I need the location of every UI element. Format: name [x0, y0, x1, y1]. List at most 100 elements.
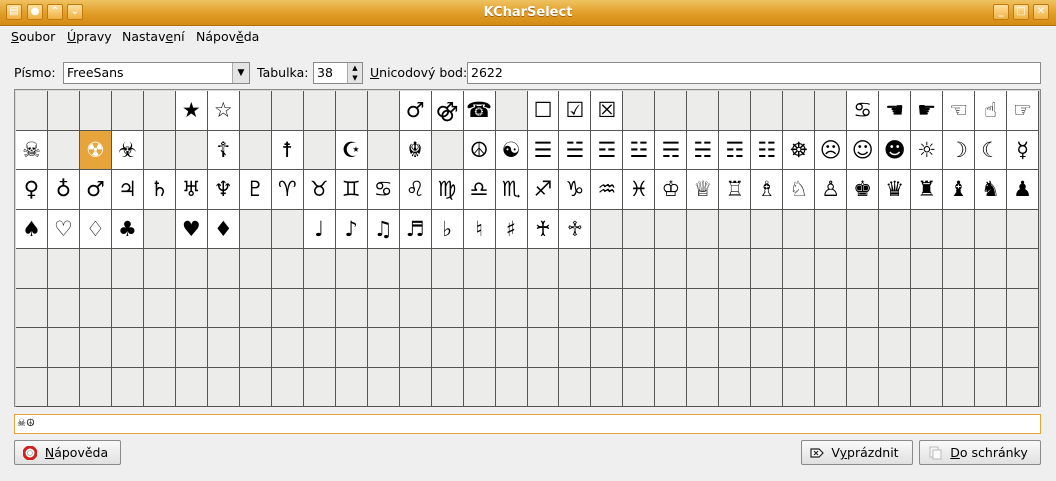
char-cell[interactable] — [239, 209, 272, 249]
char-cell[interactable] — [463, 328, 496, 368]
unicode-input[interactable]: 2622 — [467, 62, 1041, 84]
char-cell[interactable]: ♀ — [16, 170, 48, 210]
char-cell[interactable] — [271, 91, 304, 131]
char-cell[interactable]: ☹ — [815, 130, 848, 170]
char-cell[interactable]: ♜ — [911, 170, 944, 210]
char-cell[interactable] — [303, 367, 336, 407]
char-cell[interactable]: ☝ — [975, 91, 1008, 131]
char-cell[interactable] — [591, 249, 624, 289]
char-cell[interactable]: ♫ — [367, 209, 400, 249]
char-cell[interactable] — [367, 249, 400, 289]
char-cell[interactable] — [975, 249, 1008, 289]
char-cell[interactable] — [47, 130, 80, 170]
char-cell[interactable]: ♝ — [943, 170, 976, 210]
char-cell[interactable] — [335, 328, 368, 368]
char-cell[interactable] — [591, 209, 624, 249]
char-cell[interactable] — [143, 249, 176, 289]
char-cell[interactable] — [879, 249, 912, 289]
char-cell[interactable] — [879, 288, 912, 328]
char-cell[interactable]: ♆ — [207, 170, 240, 210]
char-cell[interactable]: ♐ — [527, 170, 560, 210]
char-cell[interactable]: ☪ — [335, 130, 368, 170]
char-cell[interactable]: ♃ — [111, 170, 144, 210]
char-cell[interactable] — [623, 367, 656, 407]
char-cell[interactable]: ♒ — [591, 170, 624, 210]
char-cell[interactable]: ♁ — [47, 170, 80, 210]
char-cell[interactable]: ⚣ — [431, 91, 464, 131]
copy-to-clipboard-button[interactable]: Do schránky — [919, 440, 1041, 465]
char-cell[interactable] — [303, 249, 336, 289]
char-cell[interactable]: ♮ — [463, 209, 496, 249]
char-cell[interactable] — [47, 91, 80, 131]
char-cell[interactable] — [943, 328, 976, 368]
char-cell[interactable] — [495, 328, 528, 368]
char-cell[interactable] — [16, 91, 48, 131]
char-cell[interactable]: ☸ — [783, 130, 816, 170]
char-cell[interactable] — [783, 249, 816, 289]
char-cell[interactable] — [335, 91, 368, 131]
char-cell[interactable] — [111, 288, 144, 328]
char-cell[interactable] — [559, 367, 592, 407]
char-cell[interactable] — [815, 209, 848, 249]
char-cell[interactable] — [16, 288, 48, 328]
char-cell[interactable]: ☠ — [16, 130, 48, 170]
char-cell[interactable] — [751, 249, 784, 289]
char-cell[interactable] — [16, 328, 48, 368]
char-cell[interactable] — [879, 209, 912, 249]
char-cell[interactable]: ♋ — [367, 170, 400, 210]
char-cell[interactable] — [719, 328, 752, 368]
char-cell[interactable] — [335, 249, 368, 289]
char-cell[interactable] — [367, 288, 400, 328]
char-cell[interactable]: ♙ — [815, 170, 848, 210]
char-cell[interactable] — [687, 91, 720, 131]
char-cell[interactable] — [495, 249, 528, 289]
char-cell[interactable] — [207, 288, 240, 328]
char-cell[interactable] — [175, 249, 208, 289]
char-cell[interactable] — [47, 288, 80, 328]
char-cell[interactable] — [239, 328, 272, 368]
char-cell[interactable]: ☨ — [271, 130, 304, 170]
char-cell[interactable]: ★ — [175, 91, 208, 131]
char-cell[interactable]: ♣ — [111, 209, 144, 249]
char-cell[interactable]: ♛ — [879, 170, 912, 210]
char-cell[interactable] — [111, 91, 144, 131]
char-cell[interactable]: ♔ — [655, 170, 688, 210]
char-cell[interactable]: ♇ — [239, 170, 272, 210]
char-cell[interactable] — [847, 249, 880, 289]
char-cell[interactable] — [239, 130, 272, 170]
clipboard-line[interactable]: ☠☮ — [14, 414, 1041, 434]
char-cell[interactable]: ♪ — [335, 209, 368, 249]
close-icon[interactable]: ✕ — [1033, 4, 1049, 20]
char-cell[interactable]: ☆ — [207, 91, 240, 131]
char-cell[interactable] — [975, 288, 1008, 328]
char-cell[interactable] — [911, 249, 944, 289]
maximize-icon[interactable]: □ — [1013, 4, 1029, 20]
char-cell[interactable] — [1007, 328, 1039, 368]
char-cell[interactable]: ♱ — [559, 209, 592, 249]
char-cell[interactable] — [143, 130, 176, 170]
char-cell[interactable] — [495, 288, 528, 328]
char-cell[interactable] — [527, 328, 560, 368]
char-cell[interactable] — [79, 91, 112, 131]
char-cell[interactable] — [943, 249, 976, 289]
menu-napoveda[interactable]: Nápověda — [196, 29, 259, 44]
char-cell[interactable] — [911, 288, 944, 328]
char-cell[interactable] — [655, 328, 688, 368]
char-cell[interactable] — [591, 328, 624, 368]
char-cell[interactable] — [47, 367, 80, 407]
char-cell[interactable]: ♗ — [751, 170, 784, 210]
char-cell[interactable] — [815, 288, 848, 328]
char-cell[interactable] — [239, 367, 272, 407]
char-cell[interactable]: ♋ — [847, 91, 880, 131]
char-cell[interactable]: ♚ — [847, 170, 880, 210]
char-cell[interactable] — [751, 91, 784, 131]
char-cell[interactable] — [911, 367, 944, 407]
table-spinbox[interactable]: 38 ▲ ▼ — [313, 62, 363, 84]
char-cell[interactable] — [559, 249, 592, 289]
char-cell[interactable] — [271, 367, 304, 407]
char-cell[interactable] — [783, 328, 816, 368]
char-cell[interactable] — [655, 91, 688, 131]
char-cell[interactable] — [367, 367, 400, 407]
char-cell[interactable] — [175, 328, 208, 368]
char-cell[interactable] — [463, 367, 496, 407]
